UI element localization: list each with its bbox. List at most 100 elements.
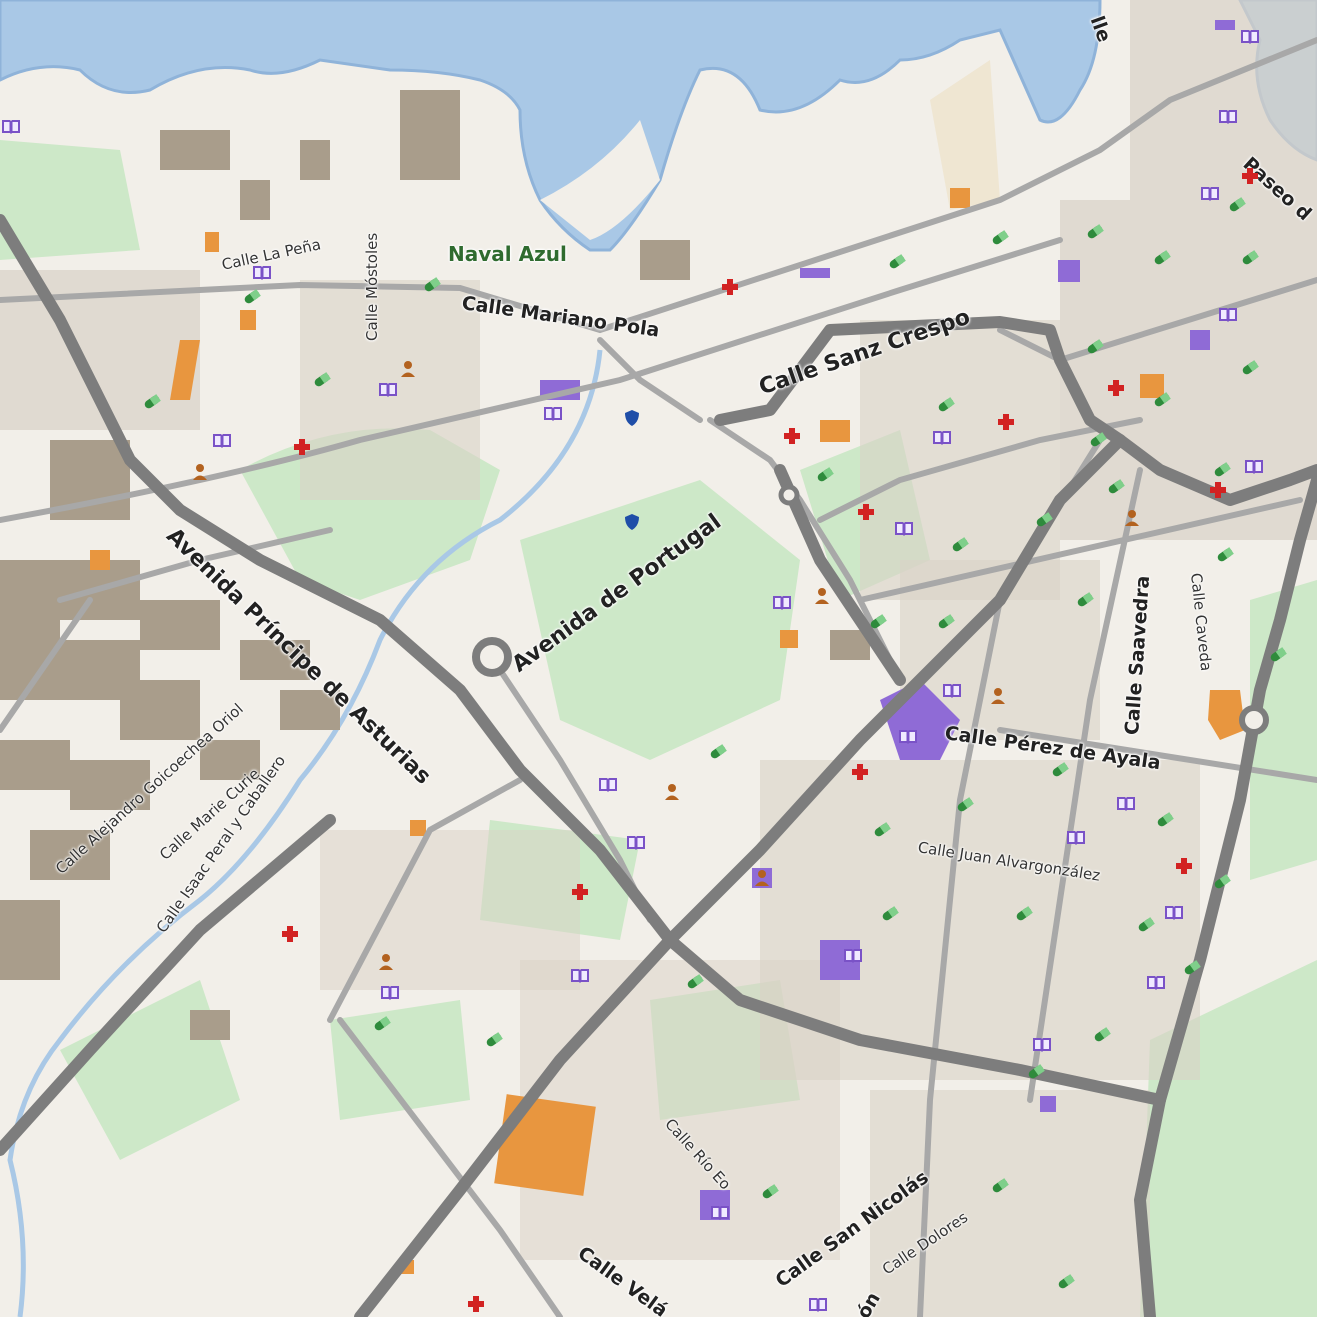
library-book-icon[interactable] bbox=[1217, 105, 1239, 127]
pharmacy-pill-icon[interactable] bbox=[954, 794, 976, 816]
pharmacy-pill-icon[interactable] bbox=[707, 741, 729, 763]
library-book-icon[interactable] bbox=[251, 261, 273, 283]
pharmacy-pill-icon[interactable] bbox=[1135, 914, 1157, 936]
pharmacy-pill-icon[interactable] bbox=[1239, 357, 1261, 379]
library-book-icon[interactable] bbox=[542, 402, 564, 424]
pharmacy-pill-icon[interactable] bbox=[759, 1181, 781, 1203]
hospital-cross-icon[interactable] bbox=[465, 1293, 487, 1315]
pharmacy-pill-icon[interactable] bbox=[1049, 759, 1071, 781]
hospital-cross-icon[interactable] bbox=[291, 436, 313, 458]
pharmacy-pill-icon[interactable] bbox=[935, 611, 957, 633]
hospital-cross-icon[interactable] bbox=[1173, 855, 1195, 877]
pharmacy-pill-icon[interactable] bbox=[1084, 221, 1106, 243]
pharmacy-pill-icon[interactable] bbox=[935, 394, 957, 416]
library-book-icon[interactable] bbox=[597, 773, 619, 795]
roundabout-north bbox=[778, 484, 800, 506]
roundabout-east bbox=[1239, 705, 1269, 735]
social-facility-person-icon[interactable] bbox=[661, 781, 683, 803]
pharmacy-pill-icon[interactable] bbox=[989, 1175, 1011, 1197]
pharmacy-pill-icon[interactable] bbox=[371, 1013, 393, 1035]
pharmacy-pill-icon[interactable] bbox=[1239, 247, 1261, 269]
pharmacy-pill-icon[interactable] bbox=[1013, 903, 1035, 925]
library-book-icon[interactable] bbox=[941, 679, 963, 701]
pharmacy-pill-icon[interactable] bbox=[1151, 389, 1173, 411]
pharmacy-pill-icon[interactable] bbox=[1154, 809, 1176, 831]
pharmacy-pill-icon[interactable] bbox=[241, 286, 263, 308]
hospital-cross-icon[interactable] bbox=[1105, 377, 1127, 399]
pharmacy-pill-icon[interactable] bbox=[886, 251, 908, 273]
pharmacy-pill-icon[interactable] bbox=[1087, 429, 1109, 451]
pharmacy-pill-icon[interactable] bbox=[879, 903, 901, 925]
library-book-icon[interactable] bbox=[211, 429, 233, 451]
pharmacy-pill-icon[interactable] bbox=[1025, 1061, 1047, 1083]
hospital-cross-icon[interactable] bbox=[1207, 479, 1229, 501]
library-book-icon[interactable] bbox=[771, 591, 793, 613]
social-facility-person-icon[interactable] bbox=[375, 951, 397, 973]
pharmacy-pill-icon[interactable] bbox=[421, 274, 443, 296]
library-book-icon[interactable] bbox=[1163, 901, 1185, 923]
police-shield-icon[interactable] bbox=[621, 407, 643, 429]
pharmacy-pill-icon[interactable] bbox=[1091, 1024, 1113, 1046]
pharmacy-pill-icon[interactable] bbox=[1211, 871, 1233, 893]
library-book-icon[interactable] bbox=[1115, 792, 1137, 814]
pharmacy-pill-icon[interactable] bbox=[1055, 1271, 1077, 1293]
hospital-cross-icon[interactable] bbox=[1239, 165, 1261, 187]
hospital-cross-icon[interactable] bbox=[995, 411, 1017, 433]
library-book-icon[interactable] bbox=[897, 725, 919, 747]
social-facility-person-icon[interactable] bbox=[811, 585, 833, 607]
hospital-cross-icon[interactable] bbox=[719, 276, 741, 298]
social-facility-person-icon[interactable] bbox=[751, 867, 773, 889]
library-book-icon[interactable] bbox=[1145, 971, 1167, 993]
library-book-icon[interactable] bbox=[1243, 455, 1265, 477]
label-calle-mostoles: Calle Móstoles bbox=[363, 232, 381, 341]
library-book-icon[interactable] bbox=[931, 426, 953, 448]
pharmacy-pill-icon[interactable] bbox=[1226, 194, 1248, 216]
social-facility-person-icon[interactable] bbox=[397, 358, 419, 380]
pharmacy-pill-icon[interactable] bbox=[1074, 589, 1096, 611]
library-book-icon[interactable] bbox=[807, 1293, 829, 1315]
pharmacy-pill-icon[interactable] bbox=[1105, 476, 1127, 498]
social-facility-person-icon[interactable] bbox=[1121, 507, 1143, 529]
pharmacy-pill-icon[interactable] bbox=[1151, 247, 1173, 269]
library-book-icon[interactable] bbox=[569, 964, 591, 986]
pharmacy-pill-icon[interactable] bbox=[867, 611, 889, 633]
pharmacy-pill-icon[interactable] bbox=[814, 464, 836, 486]
library-book-icon[interactable] bbox=[1065, 826, 1087, 848]
hospital-cross-icon[interactable] bbox=[781, 425, 803, 447]
hospital-cross-icon[interactable] bbox=[569, 881, 591, 903]
library-book-icon[interactable] bbox=[842, 944, 864, 966]
hospital-cross-icon[interactable] bbox=[279, 923, 301, 945]
library-book-icon[interactable] bbox=[1031, 1033, 1053, 1055]
library-book-icon[interactable] bbox=[709, 1201, 731, 1223]
label-naval-azul: Naval Azul bbox=[448, 242, 567, 266]
roundabout-portugal bbox=[472, 637, 512, 677]
pharmacy-pill-icon[interactable] bbox=[311, 369, 333, 391]
pharmacy-pill-icon[interactable] bbox=[1181, 957, 1203, 979]
map-viewport[interactable]: Avenida Príncipe de Asturias Avenida de … bbox=[0, 0, 1317, 1317]
hospital-cross-icon[interactable] bbox=[849, 761, 871, 783]
library-book-icon[interactable] bbox=[1217, 303, 1239, 325]
map-canvas[interactable] bbox=[0, 0, 1317, 1317]
hospital-cross-icon[interactable] bbox=[855, 501, 877, 523]
library-book-icon[interactable] bbox=[625, 831, 647, 853]
library-book-icon[interactable] bbox=[379, 981, 401, 1003]
library-book-icon[interactable] bbox=[377, 378, 399, 400]
social-facility-person-icon[interactable] bbox=[189, 461, 211, 483]
library-book-icon[interactable] bbox=[893, 517, 915, 539]
pharmacy-pill-icon[interactable] bbox=[1211, 459, 1233, 481]
pharmacy-pill-icon[interactable] bbox=[989, 227, 1011, 249]
pharmacy-pill-icon[interactable] bbox=[141, 391, 163, 413]
library-book-icon[interactable] bbox=[1199, 182, 1221, 204]
pharmacy-pill-icon[interactable] bbox=[1033, 509, 1055, 531]
library-book-icon[interactable] bbox=[0, 115, 22, 137]
pharmacy-pill-icon[interactable] bbox=[1084, 336, 1106, 358]
social-facility-person-icon[interactable] bbox=[987, 685, 1009, 707]
pharmacy-pill-icon[interactable] bbox=[1267, 644, 1289, 666]
pharmacy-pill-icon[interactable] bbox=[871, 819, 893, 841]
police-shield-icon[interactable] bbox=[621, 511, 643, 533]
pharmacy-pill-icon[interactable] bbox=[949, 534, 971, 556]
pharmacy-pill-icon[interactable] bbox=[1214, 544, 1236, 566]
pharmacy-pill-icon[interactable] bbox=[684, 971, 706, 993]
library-book-icon[interactable] bbox=[1239, 25, 1261, 47]
pharmacy-pill-icon[interactable] bbox=[483, 1029, 505, 1051]
